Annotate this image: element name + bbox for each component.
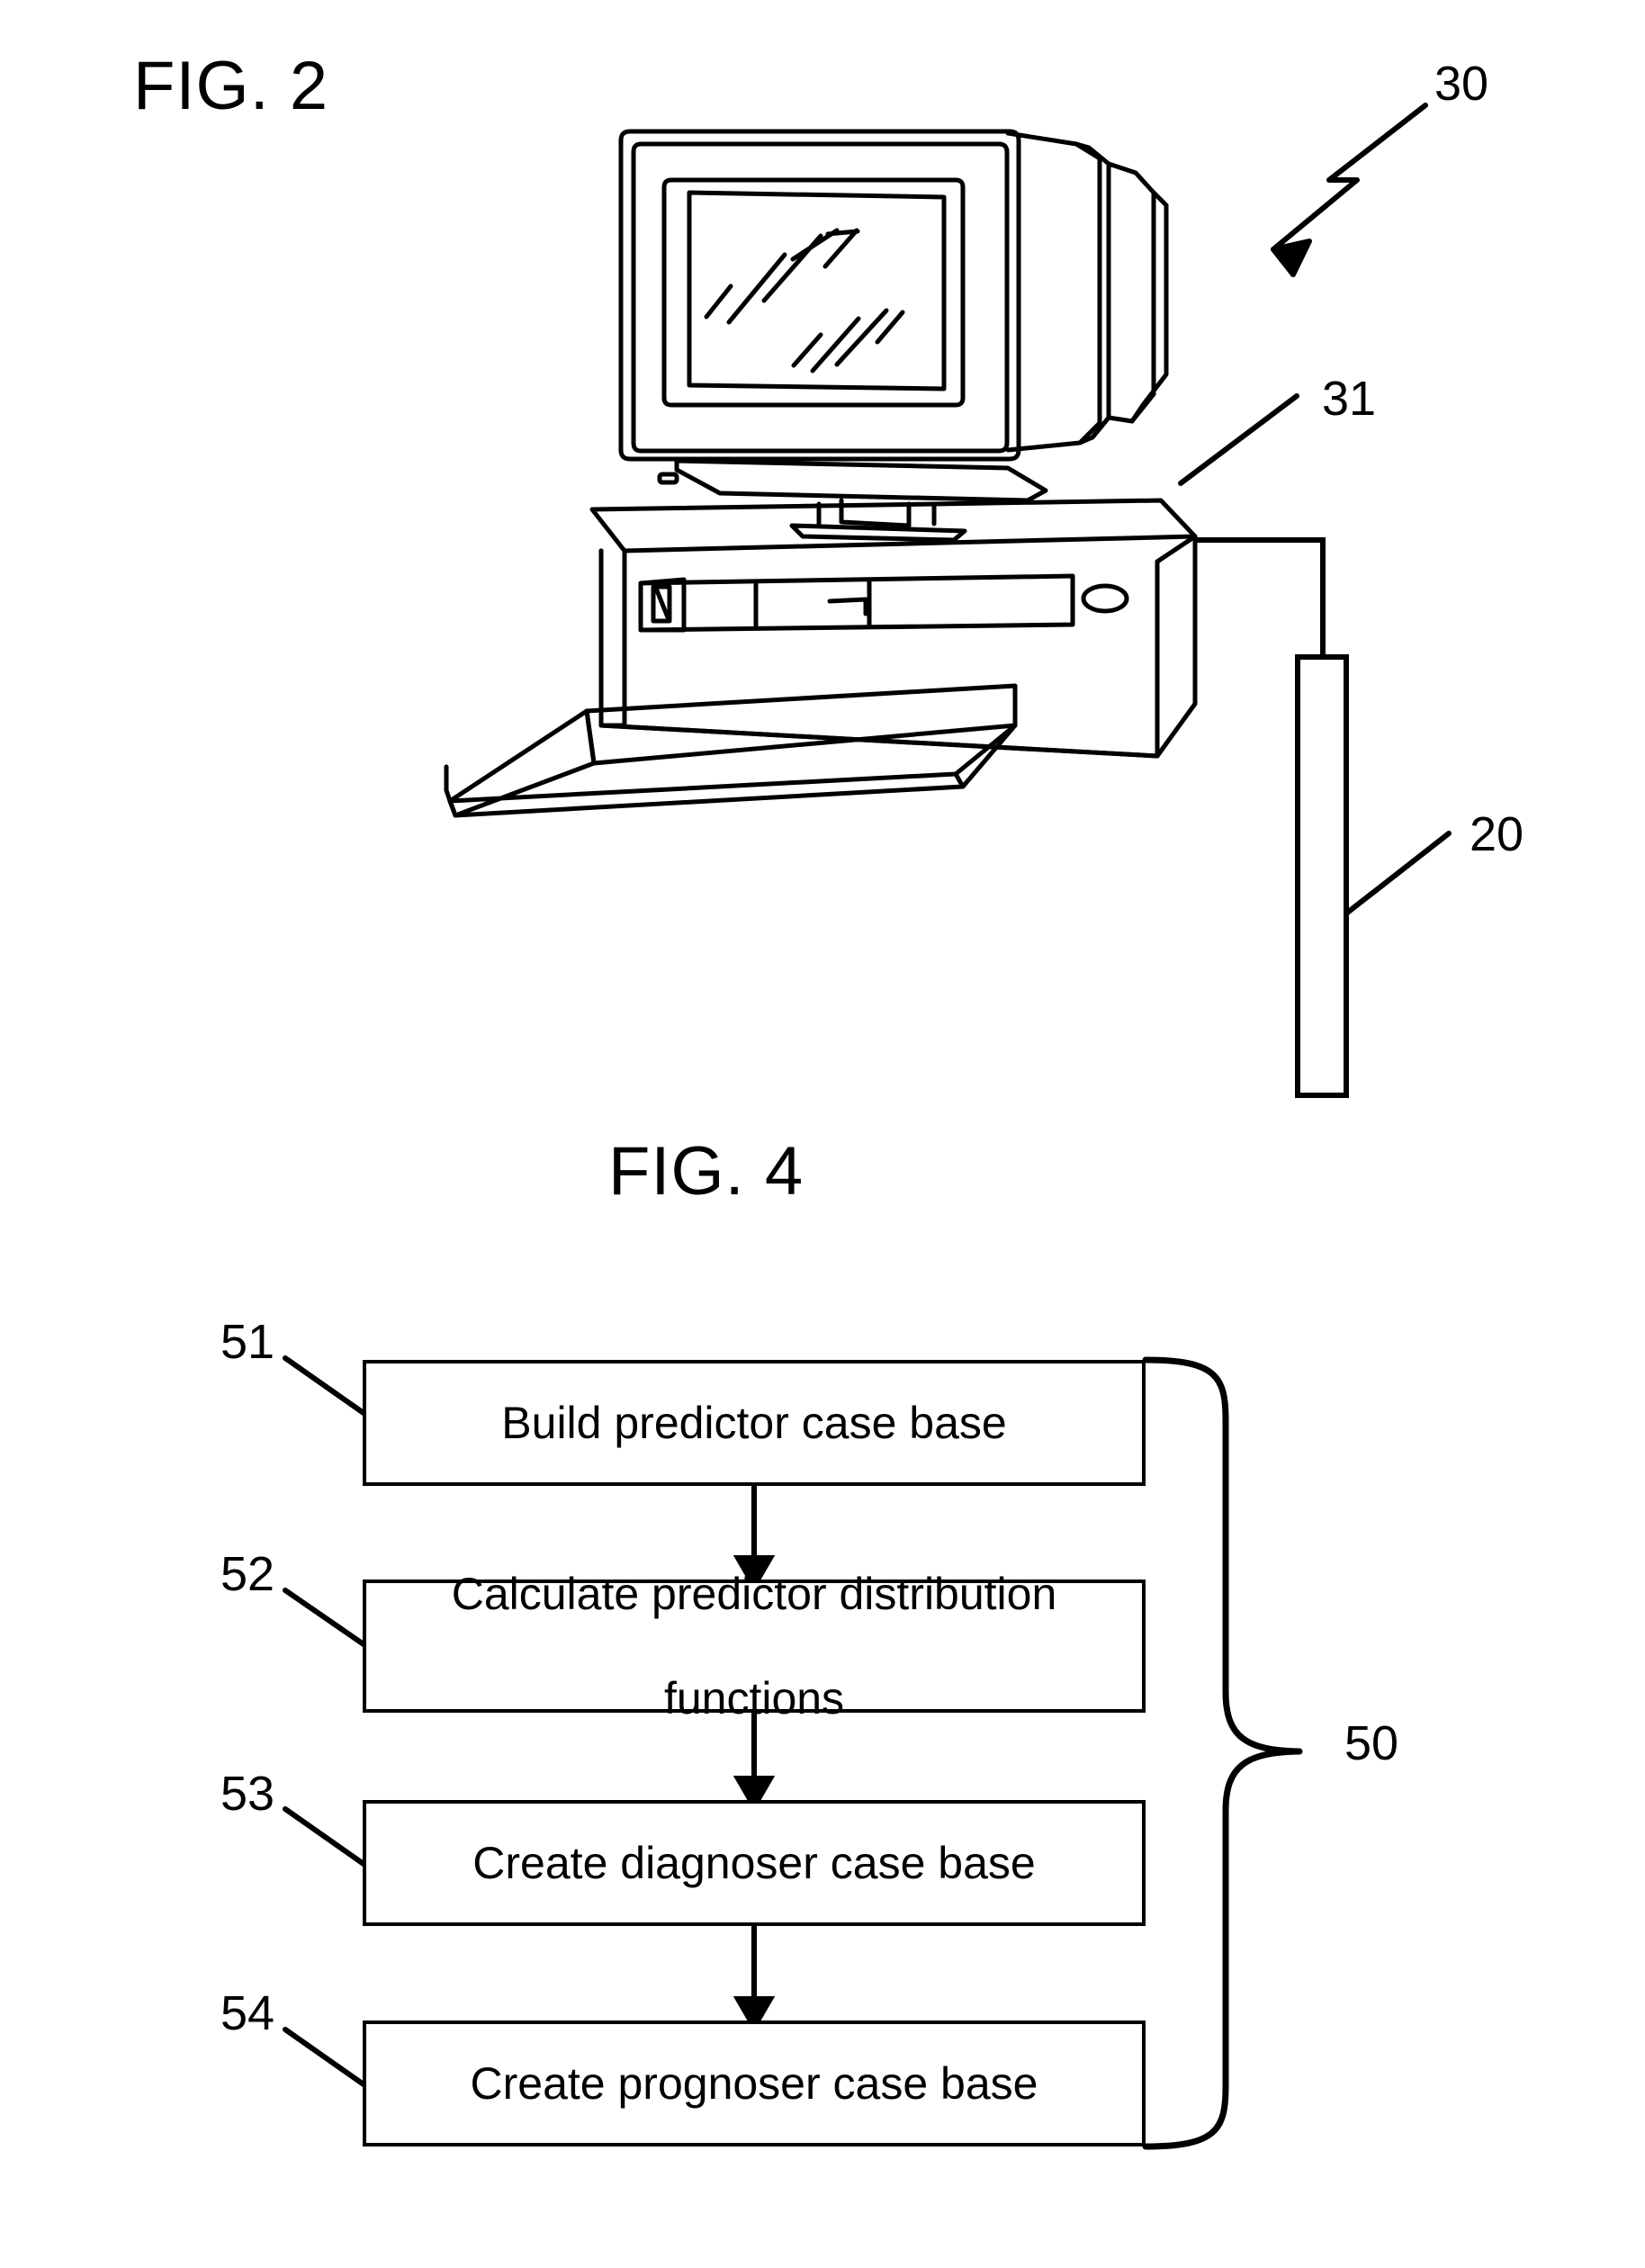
tower-drive-bay-strip [638,573,1075,633]
monitor-screen-surround [661,177,966,408]
tower-front-face [598,548,1160,759]
tower-power-button [1081,583,1129,614]
monitor-tube-taper [1129,190,1169,424]
leader-line-54 [283,2027,366,2087]
leader-line-20 [1344,831,1452,916]
reference-numeral-20: 20 [1470,807,1524,861]
reference-numeral-54: 54 [220,1986,275,2040]
keyboard-right-edge [960,723,1018,789]
keyboard-left-end-2 [444,788,453,804]
monitor-neck [839,498,912,528]
flow-step-box-53[interactable]: Create diagnoser case base [363,1800,1146,1926]
keyboard-upper-edge [447,723,1018,804]
reference-numeral-52: 52 [220,1547,275,1601]
connection-cable [1195,537,1326,657]
tower-outline-lower [598,548,1160,759]
monitor-rear-shell [1005,130,1102,453]
reference-numeral-53: 53 [220,1767,275,1821]
leader-arrowhead-30 [1271,238,1312,277]
keyboard-top [584,683,1018,766]
reference-numeral-50: 50 [1344,1716,1399,1770]
leader-line-30 [1271,103,1428,252]
keyboard-front-edge [447,771,966,818]
flow-step-label-54: Create prognoser case base [470,2058,1038,2109]
grouping-brace-50 [1142,1356,1303,2150]
leader-line-51 [283,1355,366,1416]
reference-numeral-51: 51 [220,1315,275,1369]
figure-4-label: FIG. 4 [608,1133,805,1210]
reference-numeral-31: 31 [1322,372,1377,426]
monitor-bezel-inner [631,141,1010,454]
tower-right-side-face [1155,534,1198,759]
monitor-power-indicator [657,472,679,485]
monitor-neck-sides [816,501,937,526]
monitor-base-plinth [674,458,1048,503]
flow-step-label-52-line1: Calculate predictor distribution [451,1569,1057,1619]
flow-step-box-54[interactable]: Create prognoser case base [363,2020,1146,2146]
reference-numeral-30: 30 [1434,57,1489,111]
tower-bay-dividers [753,577,872,631]
monitor-rear-shell-edge [1074,141,1111,446]
flow-step-label-51: Build predictor case base [501,1398,1007,1448]
flow-step-label-53: Create diagnoser case base [472,1838,1036,1888]
flow-step-label-52: Calculate predictor distribution functio… [427,1568,1083,1724]
leader-line-31 [1178,393,1299,486]
figure-2-label: FIG. 2 [133,48,329,124]
flow-step-box-51[interactable]: Build predictor case base [363,1360,1146,1486]
tower-floppy-slot [638,577,687,633]
tower-top-face [589,498,1198,554]
figure-2-illustration [444,103,1452,1098]
monitor-swivel-foot [789,523,967,543]
monitor-screen-glass [687,190,947,392]
keyboard-left-slope [447,708,597,818]
flow-step-label-52-line2: functions [663,1673,845,1724]
tower-bay-notch [827,597,868,616]
leader-line-53 [283,1806,366,1867]
monitor-tube-housing [1106,161,1156,424]
screen-glare-marks [704,228,905,374]
tower-floppy-door [651,584,672,624]
flow-step-box-52[interactable]: Calculate predictor distribution functio… [363,1569,1146,1724]
tower-floppy-door-line [654,588,670,620]
monitor-bezel-outer [618,129,1021,462]
figure-4-connectors [283,1355,1303,2150]
vertical-bar-device [1295,654,1349,1098]
leader-line-52 [283,1588,366,1647]
